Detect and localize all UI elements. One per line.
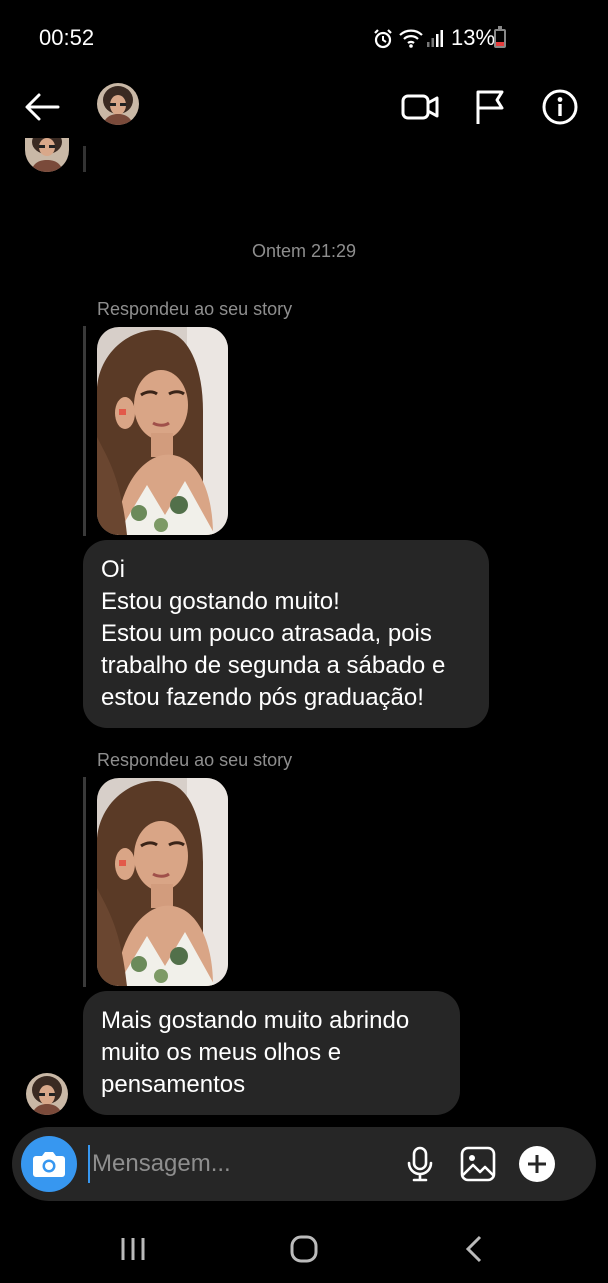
- battery-percent: 13%: [451, 25, 496, 50]
- back-icon[interactable]: [455, 1232, 495, 1266]
- flag-icon[interactable]: [472, 88, 510, 126]
- message-line: estou fazendo pós graduação!: [101, 684, 424, 711]
- wifi-icon: [398, 27, 424, 49]
- timestamp: Ontem 21:29: [251, 241, 357, 261]
- story-thumbnail[interactable]: [97, 327, 228, 535]
- message-line: Estou gostando muito!: [101, 588, 340, 615]
- message-thread[interactable]: Ontem 21:29 Respondeu ao seu story Oi Es…: [0, 138, 608, 1118]
- home-icon[interactable]: [284, 1232, 324, 1266]
- message-line: trabalho de segunda a sábado e: [101, 652, 446, 679]
- avatar: [25, 138, 69, 172]
- message-line: pensamentos: [101, 1071, 246, 1098]
- message-composer: [12, 1127, 596, 1201]
- story-reply-line: [83, 777, 86, 987]
- plus-icon[interactable]: [518, 1145, 556, 1183]
- message-bubble[interactable]: Oi Estou gostando muito! Estou um pouco …: [83, 540, 489, 728]
- story-reply-line: [83, 146, 86, 172]
- recents-icon[interactable]: [113, 1232, 153, 1266]
- story-thumbnail[interactable]: [97, 778, 228, 986]
- microphone-icon[interactable]: [401, 1145, 439, 1183]
- signal-icon: [426, 28, 444, 48]
- story-reply-label: Respondeu ao seu story: [97, 750, 293, 770]
- info-icon[interactable]: [541, 88, 579, 126]
- alarm-icon: [372, 28, 394, 50]
- message-input[interactable]: [88, 1145, 388, 1183]
- back-arrow-icon[interactable]: [22, 90, 62, 124]
- battery-icon: [494, 26, 506, 48]
- message-line: Oi: [101, 556, 125, 583]
- message-bubble[interactable]: Mais gostando muito abrindo muito os meu…: [83, 991, 460, 1115]
- story-reply-label: Respondeu ao seu story: [97, 299, 293, 319]
- video-call-icon[interactable]: [401, 88, 439, 126]
- camera-icon[interactable]: [21, 1136, 77, 1192]
- system-navigation-bar: [0, 1214, 608, 1283]
- chat-header: [0, 76, 608, 138]
- story-reply-line: [83, 326, 86, 536]
- gallery-icon[interactable]: [459, 1145, 497, 1183]
- message-line: Estou um pouco atrasada, pois: [101, 620, 432, 647]
- avatar[interactable]: [26, 1073, 68, 1115]
- avatar[interactable]: [97, 83, 139, 125]
- message-line: Mais gostando muito abrindo: [101, 1007, 410, 1034]
- status-bar: 00:52 13%: [0, 0, 608, 76]
- message-line: muito os meus olhos e: [101, 1039, 342, 1066]
- status-time: 00:52: [39, 25, 95, 50]
